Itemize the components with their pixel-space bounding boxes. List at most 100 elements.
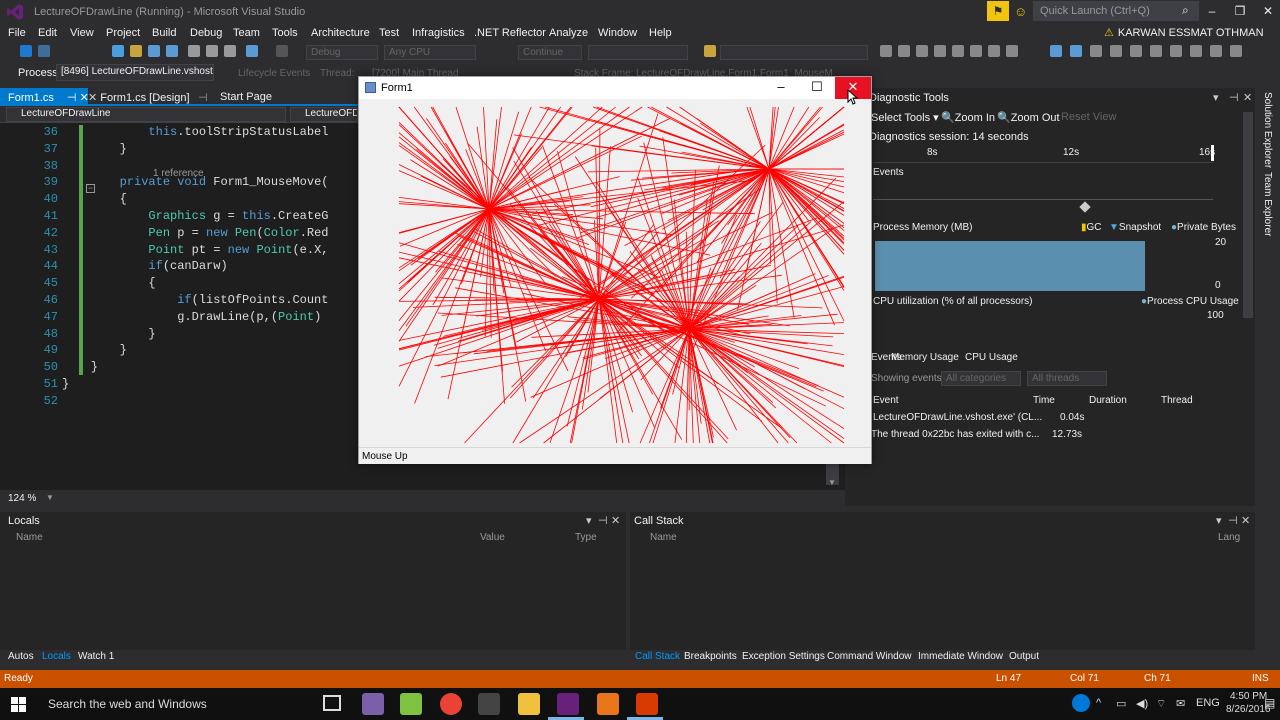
lifecycle-events-button[interactable]: Lifecycle Events <box>238 68 310 79</box>
debug-toolbar-icon-7[interactable] <box>988 45 1000 57</box>
tab-form1-cs[interactable]: Form1.cs ⊣ ✕ <box>0 88 89 106</box>
locals-col-type[interactable]: Type <box>575 532 597 543</box>
clock-time[interactable]: 4:50 PM <box>1230 691 1267 702</box>
select-tools-button[interactable]: Select Tools ▾ <box>871 111 939 124</box>
zoom-out-button[interactable]: 🔍Zoom Out <box>997 111 1060 124</box>
taskbar-app-4-icon[interactable] <box>478 693 500 715</box>
format-toolbar-icon-8[interactable] <box>1190 45 1202 57</box>
tab-form1-design[interactable]: ✕ Form1.cs [Design] <box>80 88 190 106</box>
scroll-down-icon[interactable]: ▼ <box>828 478 836 487</box>
tab-exception-settings[interactable]: Exception Settings <box>742 651 825 662</box>
menu-file[interactable]: File <box>8 27 26 39</box>
form1-title-bar[interactable]: Form1 – ☐ ✕ <box>359 77 871 99</box>
form1-taskbar-icon[interactable] <box>636 693 658 715</box>
copy-icon[interactable] <box>206 45 218 57</box>
save-all-icon[interactable] <box>166 45 178 57</box>
close-tab-icon[interactable]: ✕ <box>88 92 97 104</box>
save-icon[interactable] <box>148 45 160 57</box>
menu-tools[interactable]: Tools <box>272 27 298 39</box>
pin-icon[interactable]: ⊣ <box>1228 514 1238 527</box>
debug-toolbar-icon-5[interactable] <box>952 45 964 57</box>
menu-test[interactable]: Test <box>379 27 399 39</box>
taskbar-app-2-icon[interactable] <box>400 693 422 715</box>
menu-help[interactable]: Help <box>649 27 672 39</box>
menu-build[interactable]: Build <box>152 27 176 39</box>
menu-net-reflector[interactable]: .NET Reflector <box>474 27 546 39</box>
new-project-icon[interactable] <box>112 45 124 57</box>
format-toolbar-icon-4[interactable] <box>1110 45 1122 57</box>
menu-view[interactable]: View <box>70 27 94 39</box>
close-panel-icon[interactable]: ✕ <box>1243 91 1252 104</box>
user-account[interactable]: ⚠ KARWAN ESSMAT OTHMAN <box>1104 26 1264 39</box>
callstack-col-lang[interactable]: Lang <box>1218 532 1240 543</box>
maximize-button[interactable]: ❐ <box>1226 1 1254 21</box>
event-marker[interactable] <box>1079 201 1091 213</box>
format-toolbar-icon-6[interactable] <box>1150 45 1162 57</box>
configuration-select[interactable]: Debug <box>306 45 378 60</box>
format-toolbar-icon-2[interactable] <box>1070 45 1082 57</box>
undo-icon[interactable] <box>246 45 258 57</box>
debug-toolbar-icon-1[interactable] <box>880 45 892 57</box>
paste-icon[interactable] <box>224 45 236 57</box>
close-panel-icon[interactable]: ✕ <box>1241 514 1250 527</box>
chat-icon[interactable]: ✉ <box>1176 697 1185 710</box>
debug-target-select[interactable] <box>588 45 688 60</box>
col-thread[interactable]: Thread <box>1161 395 1193 406</box>
format-toolbar-icon-1[interactable] <box>1050 45 1062 57</box>
menu-window[interactable]: Window <box>598 27 637 39</box>
col-duration[interactable]: Duration <box>1089 395 1127 406</box>
language-indicator[interactable]: ENG <box>1196 697 1220 709</box>
diag-vertical-scrollbar[interactable] <box>1243 112 1253 318</box>
format-toolbar-icon-5[interactable] <box>1130 45 1142 57</box>
forward-icon[interactable] <box>38 45 50 57</box>
locals-col-name[interactable]: Name <box>16 532 43 543</box>
volume-icon[interactable]: ◀) <box>1136 697 1148 710</box>
pin-icon[interactable]: ⊣ <box>1229 91 1239 104</box>
menu-architecture[interactable]: Architecture <box>311 27 370 39</box>
network-icon[interactable]: ⌔ <box>1156 697 1166 711</box>
minimize-button[interactable]: – <box>1198 1 1226 21</box>
format-toolbar-icon-7[interactable] <box>1170 45 1182 57</box>
tab-call-stack[interactable]: Call Stack <box>635 651 680 662</box>
format-toolbar-icon-9[interactable] <box>1210 45 1222 57</box>
tab-locals[interactable]: Locals <box>42 651 71 662</box>
project-navigation-select[interactable]: LectureOFDrawLine <box>6 107 286 122</box>
panel-dropdown-icon[interactable]: ▾ <box>1216 514 1222 527</box>
quick-launch-input[interactable]: Quick Launch (Ctrl+Q) <box>1033 1 1199 21</box>
menu-project[interactable]: Project <box>106 27 140 39</box>
tab-breakpoints[interactable]: Breakpoints <box>684 651 737 662</box>
subtab-memory-usage[interactable]: Memory Usage <box>891 352 959 363</box>
panel-dropdown-icon[interactable]: ▾ <box>1213 91 1219 104</box>
form-minimize-button[interactable]: – <box>763 77 799 99</box>
timeline-ruler[interactable] <box>873 145 1213 163</box>
thread-filter-select[interactable]: All threads <box>1027 371 1107 386</box>
tab-output[interactable]: Output <box>1009 651 1039 662</box>
debug-toolbar-icon-8[interactable] <box>1006 45 1018 57</box>
menu-analyze[interactable]: Analyze <box>549 27 588 39</box>
tab-start-page[interactable]: Start Page <box>212 88 292 106</box>
tab-command-window[interactable]: Command Window <box>827 651 911 662</box>
close-button[interactable]: ✕ <box>1254 1 1280 21</box>
open-file-icon[interactable] <box>130 45 142 57</box>
visual-studio-taskbar-icon[interactable] <box>557 693 579 715</box>
category-filter-select[interactable]: All categories <box>941 371 1021 386</box>
pin-icon[interactable]: ⊣ <box>190 88 208 106</box>
class-navigation-select[interactable]: LectureOFDra <box>290 107 358 122</box>
zoom-dropdown-icon[interactable]: ▼ <box>46 493 54 502</box>
taskbar-app-1-icon[interactable] <box>362 693 384 715</box>
solution-explorer-tab[interactable]: Solution Explorer <box>1262 92 1273 168</box>
zoom-in-button[interactable]: 🔍Zoom In <box>941 111 995 124</box>
event-row-2-event[interactable]: The thread 0x22bc has exited with c... <box>871 429 1039 440</box>
cut-icon[interactable] <box>188 45 200 57</box>
form1-window[interactable]: Form1 – ☐ ✕ Mouse Up <box>358 76 872 464</box>
battery-icon[interactable]: ▭ <box>1116 697 1126 710</box>
pin-icon[interactable]: ⊣ <box>67 92 77 104</box>
tab-watch-1[interactable]: Watch 1 <box>78 651 114 662</box>
back-icon[interactable] <box>20 45 32 57</box>
subtab-cpu-usage[interactable]: CPU Usage <box>965 352 1018 363</box>
event-row-1-event[interactable]: LectureOFDrawLine.vshost.exe' (CL... <box>873 412 1042 423</box>
solution-explorer-icon[interactable] <box>704 45 716 57</box>
chrome-icon[interactable] <box>440 693 462 715</box>
taskbar-app-7-icon[interactable] <box>597 693 619 715</box>
col-event[interactable]: Event <box>873 395 899 406</box>
